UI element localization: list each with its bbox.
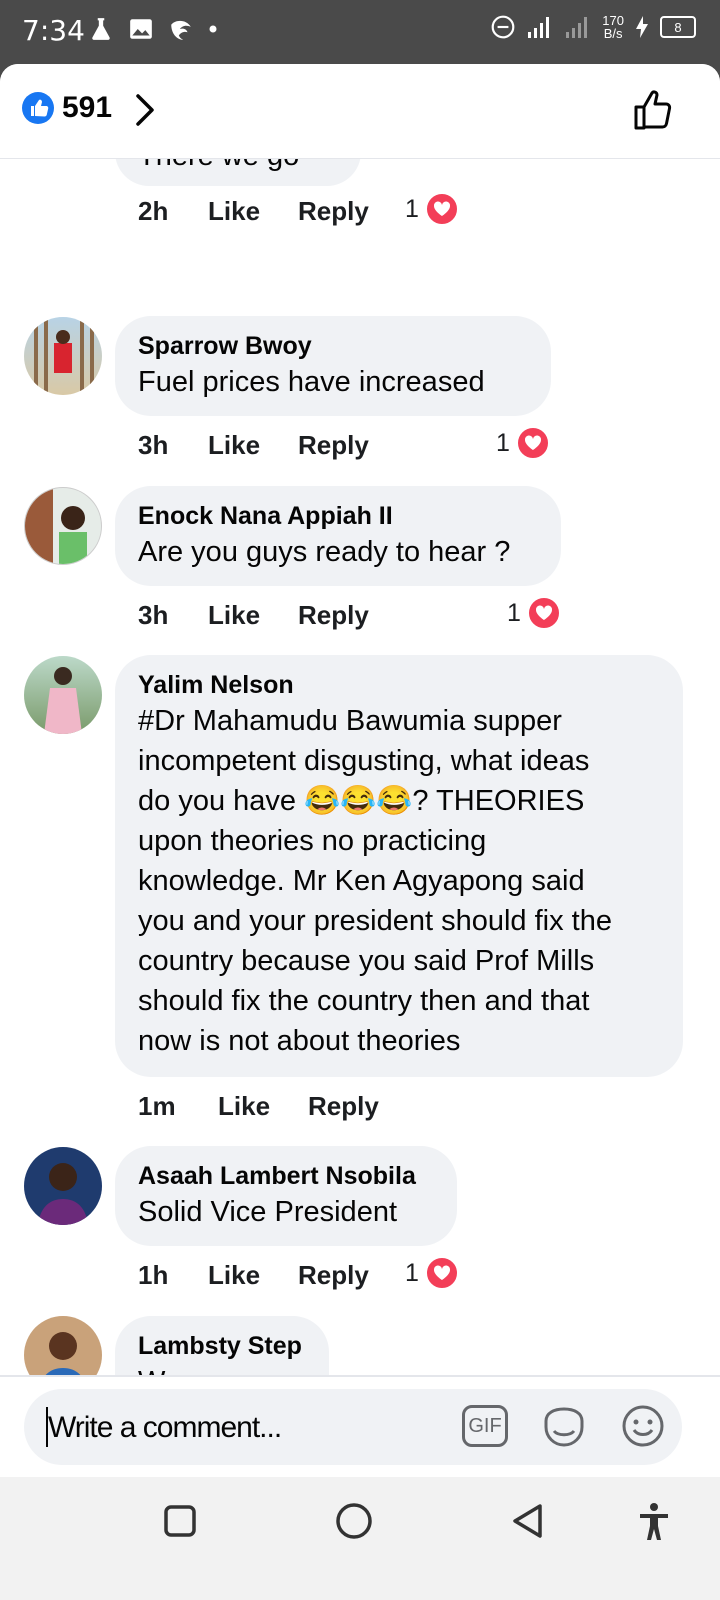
avatar[interactable] [24,1147,102,1225]
network-speed-unit: B/s [603,26,623,41]
battery-level: 8 [674,19,682,35]
reaction-count[interactable]: 591 [62,91,112,125]
chevron-right-icon[interactable] [132,90,158,130]
comment-bubble[interactable]: Enock Nana Appiah II Are you guys ready … [115,486,561,586]
comment-bubble[interactable]: There we go [115,158,361,186]
like-button[interactable]: Like [208,430,298,461]
comment-author[interactable]: Asaah Lambert Nsobila [138,1160,434,1192]
charging-icon [636,16,648,38]
comment-text-line: upon theories no practicing [138,825,487,857]
home-icon[interactable] [335,1502,373,1540]
reaction-count: 1 [405,194,419,223]
comments-list: There we go 2h Like Reply 1 Sparrow Bwoy… [0,158,720,1438]
comment-text-line: you and your president should fix the [138,905,612,937]
comment-text: Fuel prices have increased [138,366,485,398]
gif-button[interactable]: GIF [462,1405,508,1447]
comment-author[interactable]: Enock Nana Appiah II [138,500,538,532]
system-icons: 170 B/s 8 [490,14,696,40]
comment-text-line: knowledge. Mr Ken Agyapong said [138,865,585,897]
recents-icon[interactable] [163,1504,197,1538]
comment-text-line: should fix the country then and that [138,985,590,1017]
reaction-summary[interactable]: 1 [405,192,459,226]
comment-time: 1h [138,1260,169,1290]
emoji-icon[interactable] [620,1403,666,1449]
comments-sheet: 591 There we go 2h Like Reply 1 Sparrow … [0,64,720,1504]
like-reaction-icon [22,92,54,124]
back-icon[interactable] [510,1502,544,1540]
dot-icon [209,25,217,33]
comment-text: Are you guys ready to hear ? [138,536,511,568]
comment-text: There we go [138,158,338,176]
comment-bubble[interactable]: Sparrow Bwoy Fuel prices have increased [115,316,551,416]
comment-time: 3h [138,600,169,630]
avatar[interactable] [24,487,102,565]
like-button[interactable]: Like [208,196,298,227]
heart-icon [424,192,459,226]
comment-text-line: country because you said Prof Mills [138,945,595,977]
comment-time: 3h [138,430,169,460]
avatar[interactable] [24,317,102,395]
reaction-count: 1 [496,428,510,457]
comment-text-line: do you have 😂😂😂? THEORIES [138,785,585,817]
notification-icons [88,16,218,42]
comment-author[interactable]: Lambsty Step [138,1330,306,1362]
gif-label: GIF [468,1414,502,1437]
reaction-count: 1 [507,598,521,627]
comment-text: #Dr Mahamudu Bawumia supper incompetent … [138,701,660,1061]
like-button[interactable]: Like [208,600,298,631]
avatar[interactable] [24,656,102,734]
comment-actions: 1m Like Reply [138,1091,428,1122]
status-bar: 7:34 170 B/s 8 [0,0,720,64]
comment-text: Solid Vice President [138,1196,398,1228]
comment-bubble[interactable]: Asaah Lambert Nsobila Solid Vice Preside… [115,1146,457,1246]
comment-author[interactable]: Sparrow Bwoy [138,330,528,362]
comments-header: 591 [0,64,720,159]
signal-icon [528,17,550,38]
comment-author[interactable]: Yalim Nelson [138,669,660,701]
like-button[interactable]: Like [218,1091,308,1122]
thumbs-up-icon[interactable] [632,88,676,132]
accessibility-icon[interactable] [638,1502,670,1542]
comment-actions: 2h Like Reply [138,196,418,227]
comment-text-line: now is not about theories [138,1025,461,1057]
app-swirl-icon [171,20,191,40]
reaction-summary[interactable]: 1 [496,426,550,460]
reaction-summary[interactable]: 1 [405,1256,459,1290]
heart-icon [515,426,550,460]
comment-time: 2h [138,196,169,226]
reply-button[interactable]: Reply [298,1260,418,1291]
do-not-disturb-icon [491,15,515,39]
comment-actions: 3h Like Reply [138,430,418,461]
reply-button[interactable]: Reply [308,1091,428,1122]
comment-actions: 1h Like Reply [138,1260,418,1291]
like-button[interactable]: Like [208,1260,298,1291]
status-time: 7:34 [22,14,85,47]
heart-icon [526,596,561,630]
network-speed: 170 B/s [602,14,624,40]
image-icon [130,19,152,39]
battery-icon: 8 [660,16,696,38]
signal-3g-icon [566,17,588,38]
reply-button[interactable]: Reply [298,430,418,461]
comment-actions: 3h Like Reply [138,600,418,631]
reaction-count: 1 [405,1258,419,1287]
reply-button[interactable]: Reply [298,196,418,227]
comment-time: 1m [138,1091,176,1121]
comment-bubble[interactable]: Yalim Nelson #Dr Mahamudu Bawumia supper… [115,655,683,1077]
system-nav-bar [0,1474,720,1600]
comment-text-line: #Dr Mahamudu Bawumia supper [138,705,562,737]
comment-text-line: incompetent disgusting, what ideas [138,745,590,777]
flask-icon [92,18,110,40]
heart-icon [424,1256,459,1290]
reaction-summary[interactable]: 1 [507,596,561,630]
comment-composer: Write a comment... GIF [0,1375,720,1477]
sticker-icon[interactable] [540,1403,588,1451]
reply-button[interactable]: Reply [298,600,418,631]
comment-placeholder: Write a comment... [48,1411,282,1444]
